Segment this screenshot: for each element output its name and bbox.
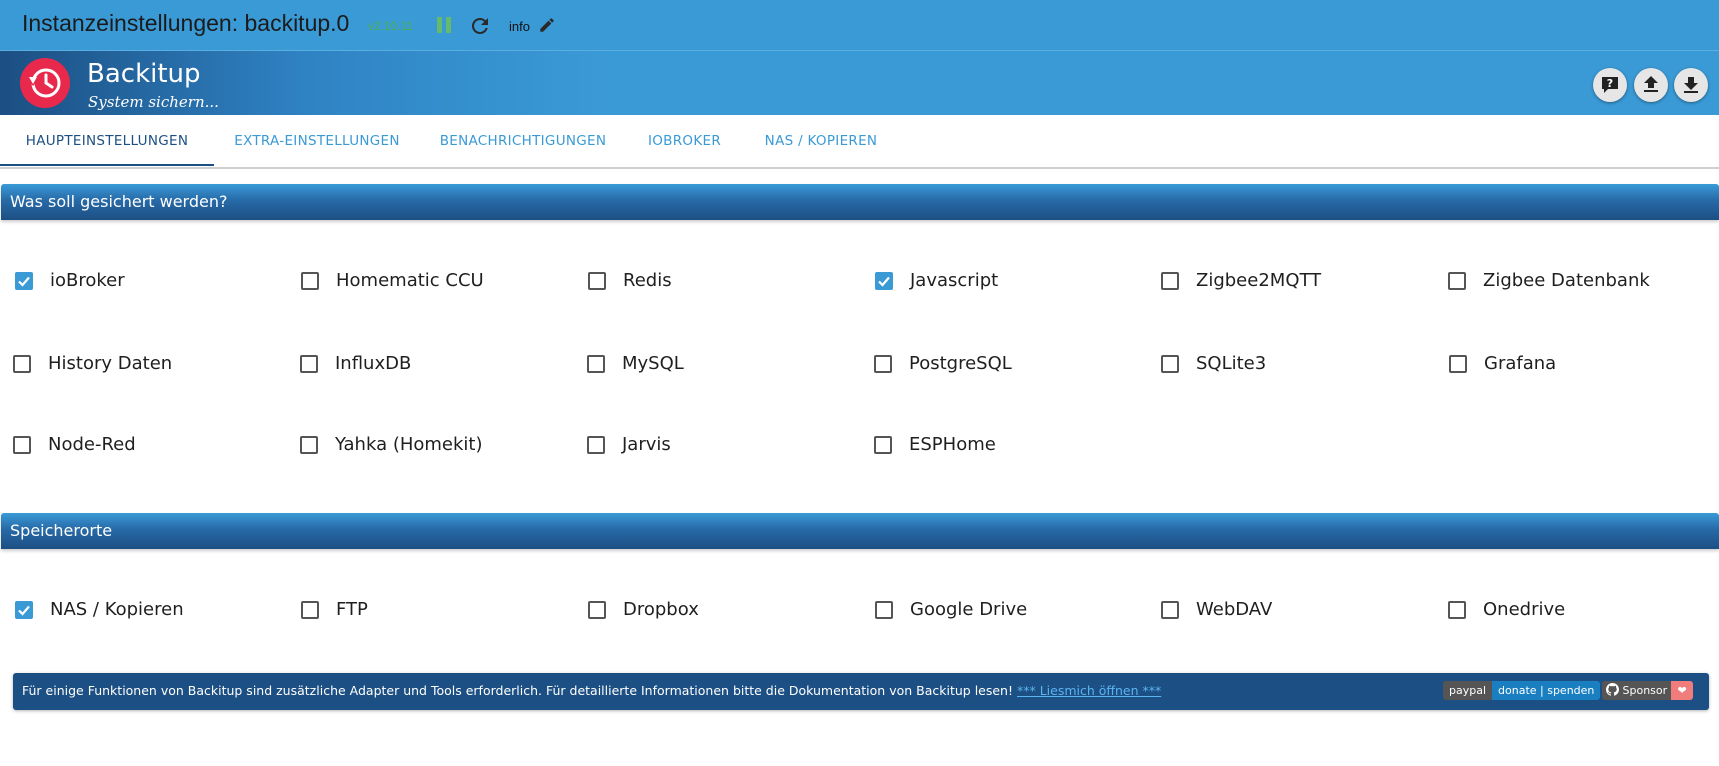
checkbox-box[interactable] (875, 601, 893, 619)
checkbox-box[interactable] (874, 355, 892, 373)
checkbox-box[interactable] (301, 601, 319, 619)
checkbox-label: Dropbox (623, 599, 699, 620)
tab-nas-kopieren[interactable]: NAS / KOPIEREN (743, 115, 899, 167)
version-label: v2.10.11 (368, 19, 414, 33)
backitup-logo (20, 58, 70, 108)
checkbox-box[interactable] (1161, 355, 1179, 373)
app-name: Backitup (87, 59, 201, 89)
checkbox-box[interactable] (301, 272, 319, 290)
checkbox-box[interactable] (300, 436, 318, 454)
check-icon (18, 276, 30, 287)
checkbox-label: MySQL (622, 353, 684, 374)
github-icon (1606, 683, 1620, 696)
checkbox-label: Zigbee2MQTT (1196, 270, 1322, 291)
info-link[interactable]: info (509, 19, 530, 34)
checkbox-label: Javascript (910, 270, 999, 291)
check-icon (878, 276, 890, 287)
checkbox-box[interactable] (1449, 355, 1467, 373)
help-icon: ? (1602, 77, 1618, 93)
check-icon (18, 605, 30, 616)
checkbox-label: Node-Red (48, 434, 136, 455)
info-message: Für einige Funktionen von Backitup sind … (22, 683, 1161, 698)
paypal-donate-badge[interactable]: paypal donate | spenden (1443, 681, 1601, 700)
window-title: Instanzeinstellungen: backitup.0 (22, 10, 350, 36)
checkbox-label: FTP (336, 599, 368, 620)
github-sponsor-badge[interactable]: Sponsor ❤ (1602, 681, 1694, 700)
download-icon (1684, 77, 1698, 93)
sponsor-badge-left: Sponsor (1602, 681, 1672, 700)
paypal-badge-right: donate | spenden (1492, 681, 1601, 700)
checkbox-box[interactable] (15, 601, 33, 619)
checkbox-box[interactable] (300, 355, 318, 373)
checkbox-label: Jarvis (622, 434, 671, 455)
tab-extra-einstellungen[interactable]: EXTRA-EINSTELLUNGEN (214, 115, 420, 167)
reload-icon[interactable] (468, 14, 492, 38)
checkbox-label: Onedrive (1483, 599, 1566, 620)
pause-icon[interactable] (435, 16, 453, 34)
checkbox-box[interactable] (588, 601, 606, 619)
title-bar: Instanzeinstellungen: backitup.0 v2.10.1… (0, 0, 1719, 51)
checkbox-label: PostgreSQL (909, 353, 1012, 374)
tab-iobroker[interactable]: IOBROKER (626, 115, 743, 167)
tab-bar: HAUPTEINSTELLUNGEN EXTRA-EINSTELLUNGEN B… (0, 115, 1719, 169)
upload-button[interactable] (1634, 68, 1668, 102)
pencil-icon[interactable] (538, 16, 556, 34)
checkbox-label: SQLite3 (1196, 353, 1267, 374)
checkbox-label: History Daten (48, 353, 173, 374)
tab-benachrichtigungen[interactable]: BENACHRICHTIGUNGEN (420, 115, 626, 167)
checkbox-label: Grafana (1484, 353, 1557, 374)
info-text: Für einige Funktionen von Backitup sind … (22, 683, 1017, 698)
upload-icon (1644, 76, 1658, 92)
checkbox-label: NAS / Kopieren (50, 599, 184, 620)
checkbox-label: Homematic CCU (336, 270, 484, 291)
checkbox-box[interactable] (1448, 601, 1466, 619)
checkbox-box[interactable] (587, 436, 605, 454)
section-title: Speicherorte (10, 521, 113, 540)
app-subtitle: System sichern... (88, 93, 219, 111)
checkbox-label: Redis (623, 270, 672, 291)
active-tab-indicator (0, 164, 214, 166)
checkbox-box[interactable] (875, 272, 893, 290)
download-button[interactable] (1674, 68, 1708, 102)
checkbox-label: ESPHome (909, 434, 996, 455)
checkbox-box[interactable] (13, 355, 31, 373)
checkbox-box[interactable] (587, 355, 605, 373)
readme-link[interactable]: *** Liesmich öffnen *** (1017, 683, 1161, 698)
app-header: Backitup System sichern... ? (0, 51, 1719, 115)
section-header-storage: Speicherorte (1, 513, 1719, 549)
checkbox-box[interactable] (588, 272, 606, 290)
checkbox-label: WebDAV (1196, 599, 1273, 620)
checkbox-box[interactable] (874, 436, 892, 454)
svg-text:?: ? (1607, 77, 1613, 90)
paypal-badge-left: paypal (1443, 681, 1493, 700)
help-button[interactable]: ? (1593, 68, 1627, 102)
checkbox-label: Zigbee Datenbank (1483, 270, 1650, 291)
tab-haupteinstellungen[interactable]: HAUPTEINSTELLUNGEN (0, 115, 214, 167)
checkbox-label: InfluxDB (335, 353, 412, 374)
info-banner: Für einige Funktionen von Backitup sind … (13, 673, 1709, 710)
section-title: Was soll gesichert werden? (10, 192, 228, 211)
checkbox-box[interactable] (1448, 272, 1466, 290)
checkbox-box[interactable] (1161, 272, 1179, 290)
section-header-backup: Was soll gesichert werden? (1, 184, 1719, 220)
checkbox-label: Yahka (Homekit) (335, 434, 483, 455)
checkbox-label: Google Drive (910, 599, 1028, 620)
sponsor-label: Sponsor (1622, 684, 1668, 697)
checkbox-label: ioBroker (50, 270, 125, 291)
heart-icon: ❤ (1671, 681, 1694, 700)
checkbox-box[interactable] (1161, 601, 1179, 619)
history-icon (28, 68, 61, 98)
checkbox-box[interactable] (13, 436, 31, 454)
checkbox-box[interactable] (15, 272, 33, 290)
